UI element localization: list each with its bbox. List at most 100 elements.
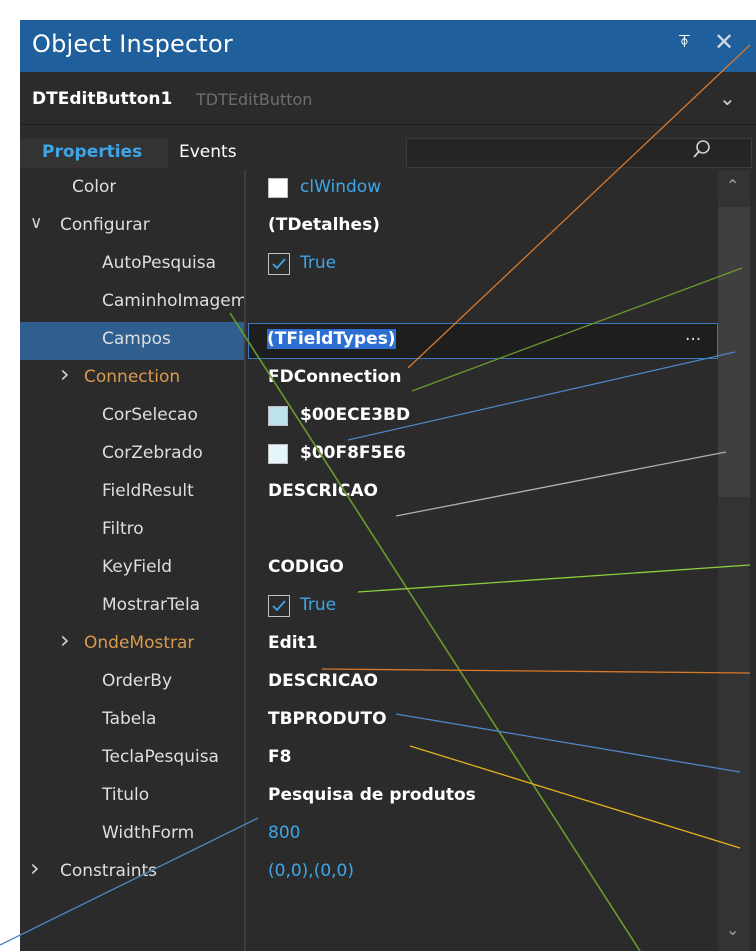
tab-properties[interactable]: Properties <box>20 138 168 168</box>
property-value[interactable]: (TDetalhes) <box>268 215 380 235</box>
tab-properties-label: Properties <box>42 142 143 162</box>
property-name-cell[interactable]: Color <box>20 170 244 208</box>
property-row-corselecao[interactable]: CorSelecao $00ECE3BD <box>20 398 718 436</box>
property-row-constraints[interactable]: › Constraints (0,0),(0,0) <box>20 854 718 892</box>
property-value[interactable]: DESCRICAO <box>268 671 378 691</box>
property-value: (TFieldTypes) <box>267 329 396 349</box>
property-value[interactable]: $00ECE3BD <box>300 405 410 425</box>
property-name-cell[interactable]: › Constraints <box>20 854 244 892</box>
property-row-autopesquisa[interactable]: AutoPesquisa True <box>20 246 718 284</box>
property-row-titulo[interactable]: Titulo Pesquisa de produtos <box>20 778 718 816</box>
property-name-cell[interactable]: › OndeMostrar <box>20 626 244 664</box>
title-bar: Object Inspector ⍕ ✕ <box>20 20 756 72</box>
property-row-caminhoimagem[interactable]: CaminhoImagem <box>20 284 718 322</box>
property-name: WidthForm <box>102 823 195 843</box>
object-inspector-panel: Object Inspector ⍕ ✕ DTEditButton1 TDTEd… <box>20 20 756 951</box>
property-value[interactable]: clWindow <box>300 177 381 197</box>
property-row-color[interactable]: Color clWindow <box>20 170 718 208</box>
window-title: Object Inspector <box>32 30 233 58</box>
property-name-cell[interactable]: WidthForm <box>20 816 244 854</box>
property-row-tabela[interactable]: Tabela TBPRODUTO <box>20 702 718 740</box>
scrollbar-thumb[interactable] <box>718 207 750 497</box>
property-row-keyfield[interactable]: KeyField CODIGO <box>20 550 718 588</box>
color-swatch[interactable] <box>268 406 288 426</box>
checkbox[interactable] <box>268 595 290 617</box>
property-row-orderby[interactable]: OrderBy DESCRICAO <box>20 664 718 702</box>
property-name-cell[interactable]: ∨ Configurar <box>20 208 244 246</box>
property-value[interactable]: DESCRICAO <box>268 481 378 501</box>
search-icon[interactable] <box>690 138 714 168</box>
property-name-cell[interactable]: FieldResult <box>20 474 244 512</box>
color-swatch[interactable] <box>268 444 288 464</box>
property-name: Connection <box>84 367 181 387</box>
object-selector[interactable]: DTEditButton1 TDTEditButton ⌄ <box>20 76 756 125</box>
property-name: OrderBy <box>102 671 173 691</box>
property-name: KeyField <box>102 557 173 577</box>
close-icon[interactable]: ✕ <box>714 28 734 56</box>
property-name-cell[interactable]: CaminhoImagem <box>20 284 244 322</box>
property-value[interactable]: 800 <box>268 823 300 843</box>
property-row-filtro[interactable]: Filtro <box>20 512 718 550</box>
property-row-fieldresult[interactable]: FieldResult DESCRICAO <box>20 474 718 512</box>
property-value-editor[interactable]: (TFieldTypes)... <box>248 323 718 359</box>
property-name-cell[interactable]: KeyField <box>20 550 244 588</box>
object-type: TDTEditButton <box>196 90 313 109</box>
property-name-cell[interactable]: OrderBy <box>20 664 244 702</box>
property-name-cell[interactable]: AutoPesquisa <box>20 246 244 284</box>
property-name-cell[interactable]: Tabela <box>20 702 244 740</box>
chevron-right-icon[interactable]: › <box>60 626 70 654</box>
property-name-cell[interactable]: TeclaPesquisa <box>20 740 244 778</box>
property-value[interactable]: FDConnection <box>268 367 401 387</box>
property-value[interactable]: True <box>300 595 336 615</box>
chevron-down-icon[interactable]: ∨ <box>30 213 42 233</box>
property-name: Configurar <box>60 215 150 235</box>
property-row-configurar[interactable]: ∨ Configurar (TDetalhes) <box>20 208 718 246</box>
pin-icon[interactable]: ⍕ <box>679 31 690 52</box>
property-value[interactable]: $00F8F5E6 <box>300 443 406 463</box>
tab-bar: Properties Events <box>20 138 756 168</box>
property-value[interactable]: (0,0),(0,0) <box>268 861 354 881</box>
property-value[interactable]: True <box>300 253 336 273</box>
chevron-down-icon[interactable]: ⌄ <box>719 86 736 110</box>
property-name-cell[interactable]: Titulo <box>20 778 244 816</box>
chevron-right-icon[interactable]: › <box>30 854 40 882</box>
checkbox[interactable] <box>268 253 290 275</box>
property-name: CaminhoImagem <box>102 291 244 311</box>
property-value[interactable]: Pesquisa de produtos <box>268 785 476 805</box>
chevron-right-icon[interactable]: › <box>60 360 70 388</box>
property-row-connection[interactable]: › Connection FDConnection <box>20 360 718 398</box>
property-name: CorZebrado <box>102 443 203 463</box>
property-value[interactable]: CODIGO <box>268 557 344 577</box>
property-value[interactable]: TBPRODUTO <box>268 709 387 729</box>
property-name: MostrarTela <box>102 595 201 615</box>
ellipsis-button[interactable]: ... <box>685 325 701 345</box>
property-name-cell[interactable]: CorZebrado <box>20 436 244 474</box>
property-row-ondemostrar[interactable]: › OndeMostrar Edit1 <box>20 626 718 664</box>
property-name-cell[interactable]: › Connection <box>20 360 244 398</box>
scroll-down-icon[interactable]: ⌄ <box>726 920 739 939</box>
property-name: Tabela <box>102 709 157 729</box>
column-divider[interactable] <box>244 170 246 951</box>
vertical-scrollbar[interactable]: ⌃ ⌄ <box>718 170 750 951</box>
property-row-corzebrado[interactable]: CorZebrado $00F8F5E6 <box>20 436 718 474</box>
property-row-campos[interactable]: Campos (TFieldTypes)... <box>20 322 718 360</box>
property-name-cell[interactable]: Filtro <box>20 512 244 550</box>
property-row-teclapesquisa[interactable]: TeclaPesquisa F8 <box>20 740 718 778</box>
property-name: Color <box>72 177 117 197</box>
property-value[interactable]: Edit1 <box>268 633 318 653</box>
color-swatch[interactable] <box>268 178 288 198</box>
property-row-widthform[interactable]: WidthForm 800 <box>20 816 718 854</box>
property-name-cell[interactable]: MostrarTela <box>20 588 244 626</box>
property-name-cell[interactable]: CorSelecao <box>20 398 244 436</box>
property-name: CorSelecao <box>102 405 198 425</box>
property-value[interactable]: F8 <box>268 747 291 767</box>
scroll-up-icon[interactable]: ⌃ <box>726 176 739 195</box>
property-name: FieldResult <box>102 481 194 501</box>
property-row-mostrartela[interactable]: MostrarTela True <box>20 588 718 626</box>
property-name-cell[interactable]: Campos <box>20 322 244 360</box>
property-name: OndeMostrar <box>84 633 195 653</box>
tab-events[interactable]: Events <box>179 142 237 162</box>
checkmark-icon <box>272 600 286 612</box>
property-name: Filtro <box>102 519 144 539</box>
property-name: Titulo <box>102 785 150 805</box>
